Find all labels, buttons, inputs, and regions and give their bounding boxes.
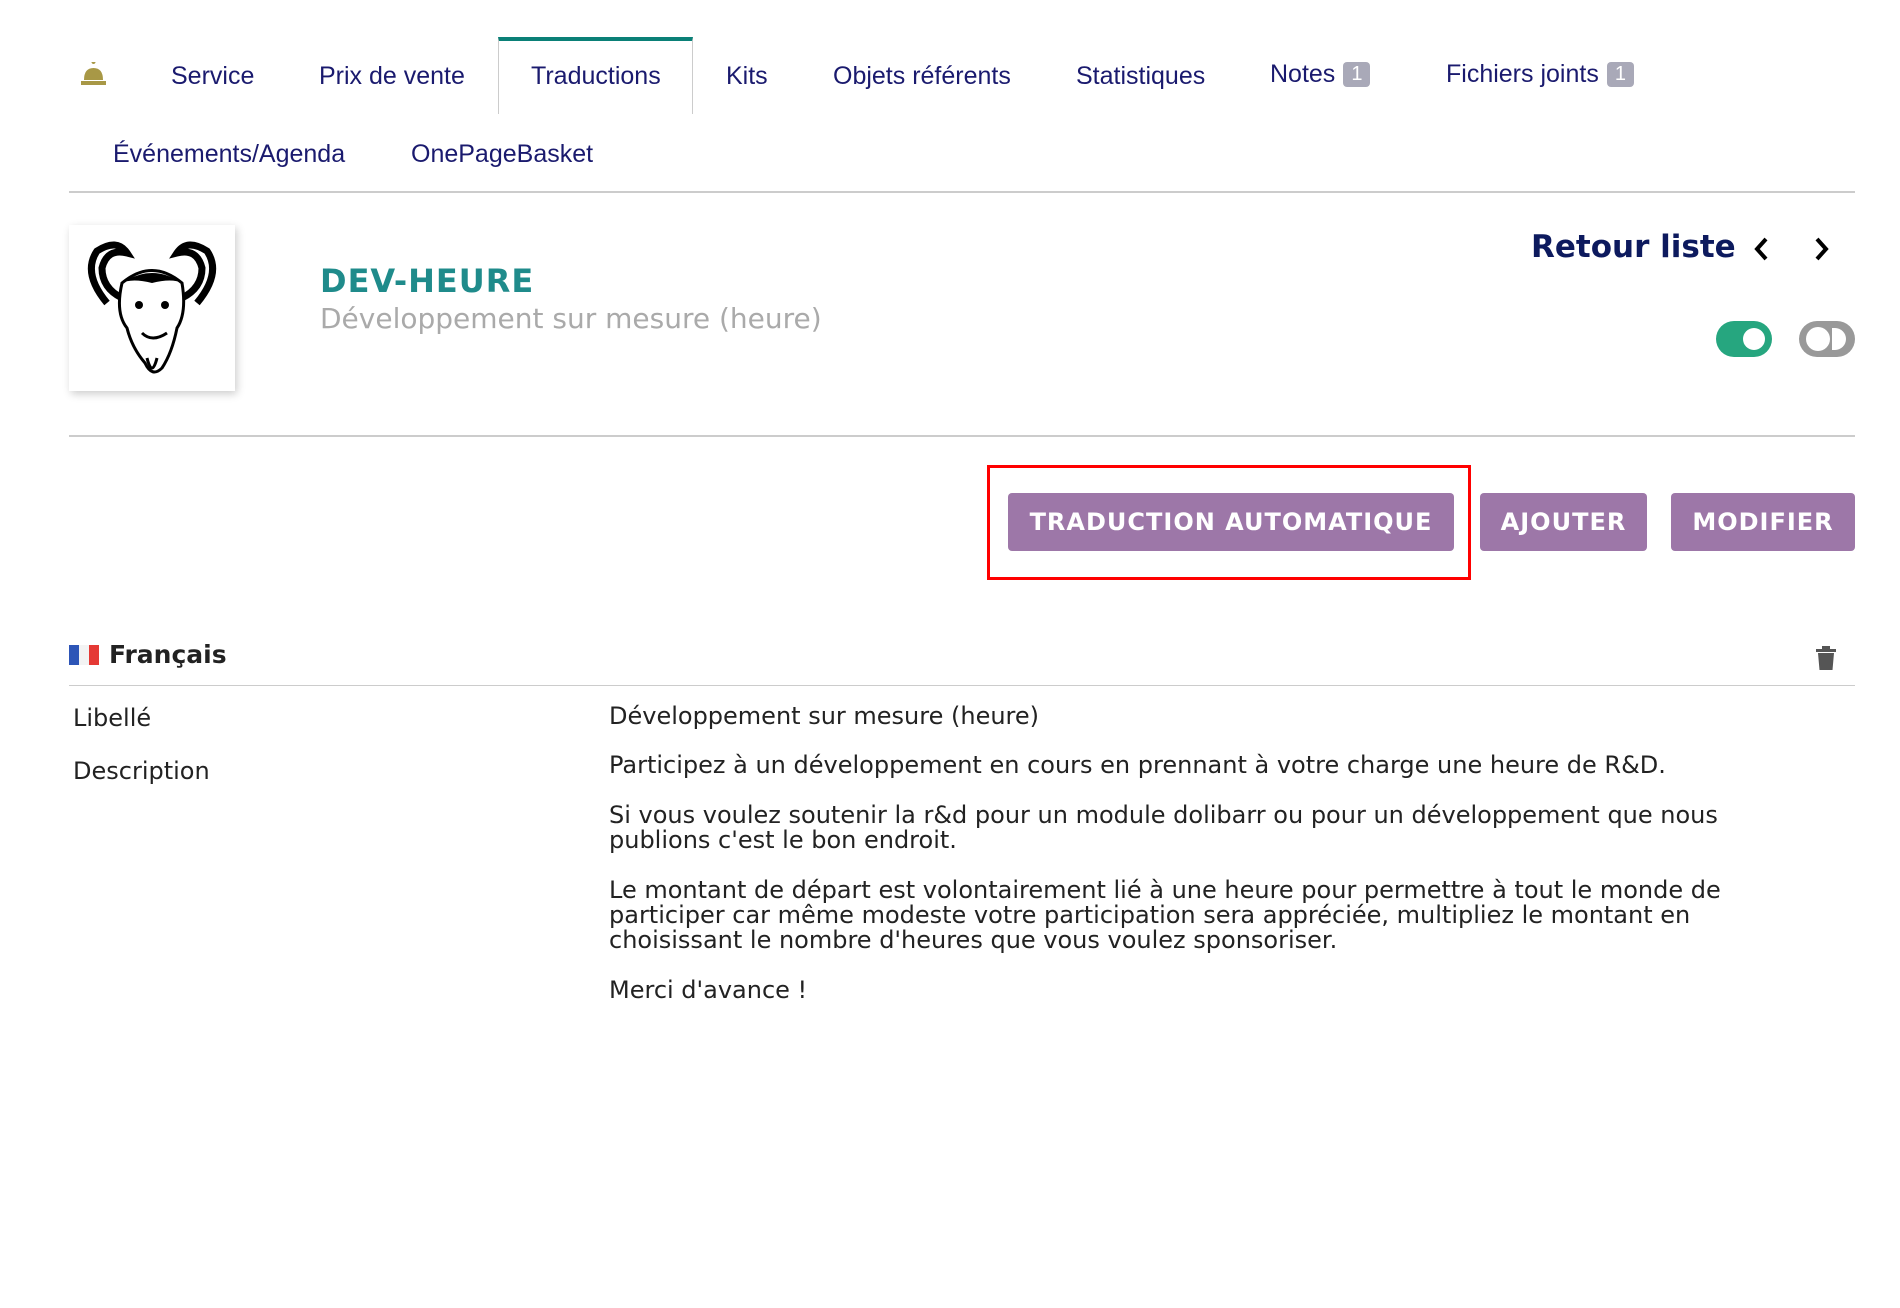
label-field-name: Libellé xyxy=(73,704,152,732)
tab-fichiers-joints[interactable]: Fichiers joints 1 xyxy=(1446,60,1634,89)
description-paragraph: Participez à un développement en cours e… xyxy=(609,751,1666,779)
product-image[interactable] xyxy=(69,225,235,391)
description-paragraph: Merci d'avance ! xyxy=(609,976,808,1004)
trash-icon[interactable] xyxy=(1815,645,1837,675)
description-paragraph: Si vous voulez soutenir la r&d pour un m… xyxy=(609,801,1718,854)
notes-count-badge: 1 xyxy=(1343,62,1371,87)
gnu-logo-icon xyxy=(87,241,217,374)
tab-onepagebasket[interactable]: OnePageBasket xyxy=(411,140,593,169)
product-ref: DEV-HEURE xyxy=(320,262,535,300)
tab-prix-de-vente[interactable]: Prix de vente xyxy=(319,62,465,91)
modify-button[interactable]: MODIFIER xyxy=(1671,493,1855,551)
french-flag-icon xyxy=(69,645,99,665)
language-heading: Français xyxy=(109,640,227,669)
back-to-list-link[interactable]: Retour liste xyxy=(1531,229,1736,265)
status-sell-toggle-on[interactable] xyxy=(1716,321,1772,357)
divider xyxy=(69,435,1855,437)
files-count-badge: 1 xyxy=(1606,62,1634,87)
tab-kits[interactable]: Kits xyxy=(726,62,768,91)
tab-notes-label: Notes xyxy=(1270,60,1336,88)
tab-objets-referents[interactable]: Objets référents xyxy=(833,62,1011,91)
chevron-left-icon[interactable] xyxy=(1752,236,1770,266)
service-bell-icon xyxy=(80,60,107,86)
description-field-name: Description xyxy=(73,757,210,785)
divider xyxy=(69,191,1855,193)
label-field-value: Développement sur mesure (heure) xyxy=(609,702,1040,730)
tab-service[interactable]: Service xyxy=(171,62,254,91)
status-buy-toggle-off[interactable] xyxy=(1799,321,1855,357)
divider xyxy=(69,685,1855,686)
tab-evenements-agenda[interactable]: Événements/Agenda xyxy=(113,140,345,169)
auto-translate-button[interactable]: TRADUCTION AUTOMATIQUE xyxy=(1008,493,1454,551)
chevron-right-icon[interactable] xyxy=(1813,236,1831,266)
tab-traductions[interactable]: Traductions xyxy=(531,62,661,91)
add-button[interactable]: AJOUTER xyxy=(1480,493,1647,551)
product-label: Développement sur mesure (heure) xyxy=(320,302,822,335)
tab-statistiques[interactable]: Statistiques xyxy=(1076,62,1205,91)
description-paragraph: Le montant de départ est volontairement … xyxy=(609,876,1721,954)
tab-fichiers-label: Fichiers joints xyxy=(1446,60,1599,88)
tab-notes[interactable]: Notes 1 xyxy=(1270,60,1371,89)
